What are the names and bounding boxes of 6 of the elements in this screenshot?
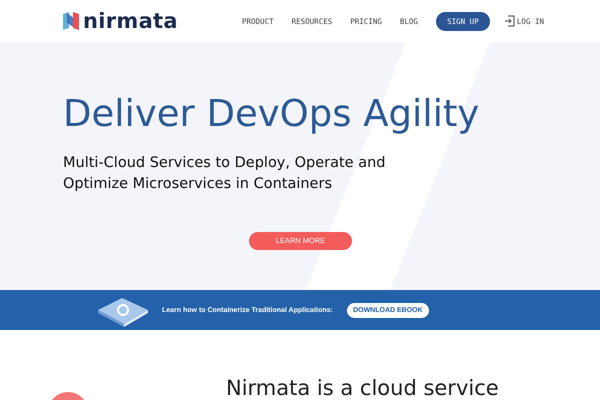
logo-text[interactable]: nirmata (83, 9, 178, 33)
intro-heading: Nirmata is a cloud service (226, 376, 499, 400)
login-icon (504, 15, 515, 27)
hero-title: Deliver DevOps Agility (63, 92, 480, 135)
logo-icon (62, 11, 80, 31)
hero-subtitle: Multi-Cloud Services to Deploy, Operate and Optimize Microservices in Containers (63, 154, 386, 194)
